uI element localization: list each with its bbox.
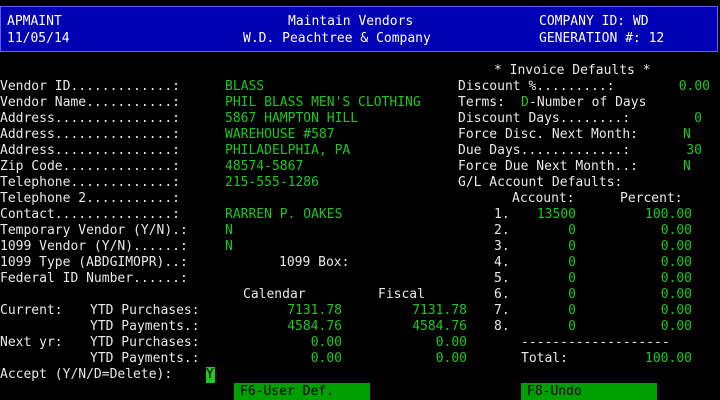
cur-purchases-fiscal[interactable]: 7131.78 bbox=[364, 303, 467, 319]
next-year-label: Next yr: bbox=[0, 335, 63, 350]
gl-row-number: 7. bbox=[494, 303, 510, 318]
gl-percent-field[interactable]: 0.00 bbox=[610, 223, 692, 239]
cur-payments-label: YTD Payments.: bbox=[90, 319, 200, 334]
company-id: COMPANY ID: WD bbox=[539, 14, 649, 29]
account-header: Account: bbox=[512, 191, 575, 206]
company-name: W.D. Peachtree & Company bbox=[243, 31, 431, 46]
discount-label: Discount %.........: bbox=[458, 79, 615, 94]
telephone-field[interactable]: 215-555-1286 bbox=[225, 175, 319, 191]
due-days-field[interactable]: 30 bbox=[630, 143, 702, 159]
next-purchases-label: YTD Purchases: bbox=[90, 335, 200, 350]
vendor-id-label: Vendor ID.............: bbox=[0, 79, 181, 94]
f8-undo-button[interactable]: F8-Undo bbox=[521, 383, 657, 400]
cur-purchases-calendar[interactable]: 7131.78 bbox=[240, 303, 342, 319]
f6-label: F6-User Def. bbox=[240, 384, 334, 399]
total-percent: 100.00 bbox=[645, 351, 692, 366]
cur-payments-fiscal[interactable]: 4584.76 bbox=[364, 319, 467, 335]
zip-field[interactable]: 48574-5867 bbox=[225, 159, 303, 175]
gl-defaults-title: G/L Account Defaults: bbox=[458, 175, 623, 190]
next-payments-fiscal[interactable]: 0.00 bbox=[364, 351, 467, 367]
gl-percent-field[interactable]: 0.00 bbox=[610, 271, 692, 287]
force-due-label: Force Due Next Month..: bbox=[458, 159, 639, 174]
next-payments-calendar[interactable]: 0.00 bbox=[240, 351, 342, 367]
total-separator: ------------------- bbox=[521, 335, 670, 350]
accept-label: Accept (Y/N/D=Delete): bbox=[0, 367, 173, 382]
telephone-label: Telephone.............: bbox=[0, 175, 181, 190]
gl-account-field[interactable]: 0 bbox=[520, 303, 576, 319]
gl-account-field[interactable]: 0 bbox=[520, 319, 576, 335]
due-days-label: Due Days.............: bbox=[458, 143, 631, 158]
gl-percent-field[interactable]: 0.00 bbox=[610, 303, 692, 319]
app-id: APMAINT bbox=[7, 14, 62, 29]
gl-row-number: 2. bbox=[494, 223, 510, 238]
gl-row-number: 5. bbox=[494, 271, 510, 286]
total-label: Total: bbox=[521, 351, 568, 366]
contact-label: Contact...............: bbox=[0, 207, 181, 222]
vendor-id-field[interactable]: BLASS bbox=[225, 79, 264, 95]
type1099-label: 1099 Type (ABDGIMOPR)..: bbox=[0, 255, 188, 270]
address1-field[interactable]: 5867 HAMPTON HILL bbox=[225, 111, 358, 127]
gl-percent-field[interactable]: 0.00 bbox=[610, 255, 692, 271]
vendor-name-field[interactable]: PHIL BLASS MEN'S CLOTHING bbox=[225, 95, 421, 111]
cur-purchases-label: YTD Purchases: bbox=[90, 303, 200, 318]
gl-account-field[interactable]: 0 bbox=[520, 239, 576, 255]
v1099-label: 1099 Vendor (Y/N)......: bbox=[0, 239, 188, 254]
f6-user-def-button[interactable]: F6-User Def. bbox=[234, 383, 370, 400]
federal-id-label: Federal ID Number......: bbox=[0, 271, 188, 286]
address3-label: Address...............: bbox=[0, 143, 181, 158]
discount-days-field[interactable]: 0 bbox=[630, 111, 702, 127]
terms-description: -Number of Days bbox=[529, 95, 647, 110]
terms-code-field[interactable]: D bbox=[521, 95, 529, 111]
address3-field[interactable]: PHILADELPHIA, PA bbox=[225, 143, 350, 159]
percent-header: Percent: bbox=[620, 191, 683, 206]
zip-label: Zip Code..............: bbox=[0, 159, 181, 174]
temp-vendor-field[interactable]: N bbox=[225, 223, 233, 239]
current-label: Current: bbox=[0, 303, 63, 318]
discount-days-label: Discount Days........: bbox=[458, 111, 631, 126]
gl-row-number: 4. bbox=[494, 255, 510, 270]
invoice-defaults-title: * Invoice Defaults * bbox=[494, 63, 651, 78]
accept-field[interactable]: Y bbox=[206, 367, 215, 383]
gl-account-field[interactable]: 0 bbox=[520, 271, 576, 287]
gl-percent-field[interactable]: 0.00 bbox=[610, 239, 692, 255]
header-date: 11/05/14 bbox=[7, 31, 70, 46]
address2-field[interactable]: WAREHOUSE #587 bbox=[225, 127, 335, 143]
address1-label: Address...............: bbox=[0, 111, 181, 126]
gl-row-number: 1. bbox=[494, 207, 510, 222]
force-disc-field[interactable]: N bbox=[683, 127, 691, 143]
box1099-label: 1099 Box: bbox=[279, 255, 350, 270]
next-purchases-calendar[interactable]: 0.00 bbox=[240, 335, 342, 351]
gl-account-field[interactable]: 0 bbox=[520, 287, 576, 303]
gl-percent-field[interactable]: 0.00 bbox=[610, 319, 692, 335]
gl-percent-field[interactable]: 100.00 bbox=[610, 207, 692, 223]
vendor-name-label: Vendor Name...........: bbox=[0, 95, 181, 110]
gl-row-number: 8. bbox=[494, 319, 510, 334]
f8-label: F8-Undo bbox=[527, 384, 582, 399]
gl-row-number: 6. bbox=[494, 287, 510, 302]
force-due-field[interactable]: N bbox=[683, 159, 691, 175]
calendar-header: Calendar bbox=[243, 287, 306, 302]
fiscal-header: Fiscal bbox=[378, 287, 425, 302]
gl-account-field[interactable]: 13500 bbox=[520, 207, 576, 223]
terms-label: Terms: bbox=[458, 95, 505, 110]
gl-percent-field[interactable]: 0.00 bbox=[610, 287, 692, 303]
gl-account-field[interactable]: 0 bbox=[520, 223, 576, 239]
cur-payments-calendar[interactable]: 4584.76 bbox=[240, 319, 342, 335]
contact-field[interactable]: RARREN P. OAKES bbox=[225, 207, 342, 223]
telephone2-label: Telephone 2...........: bbox=[0, 191, 181, 206]
next-payments-label: YTD Payments.: bbox=[90, 351, 200, 366]
address2-label: Address...............: bbox=[0, 127, 181, 142]
v1099-field[interactable]: N bbox=[225, 239, 233, 255]
gl-row-number: 3. bbox=[494, 239, 510, 254]
gl-account-field[interactable]: 0 bbox=[520, 255, 576, 271]
generation-number: GENERATION #: 12 bbox=[539, 31, 665, 46]
discount-field[interactable]: 0.00 bbox=[630, 79, 710, 95]
next-purchases-fiscal[interactable]: 0.00 bbox=[364, 335, 467, 351]
screen-title: Maintain Vendors bbox=[288, 14, 414, 29]
force-disc-label: Force Disc. Next Month: bbox=[458, 127, 639, 142]
temp-vendor-label: Temporary Vendor (Y/N).: bbox=[0, 223, 188, 238]
header-bar: APMAINT 11/05/14 Maintain Vendors W.D. P… bbox=[0, 6, 718, 52]
